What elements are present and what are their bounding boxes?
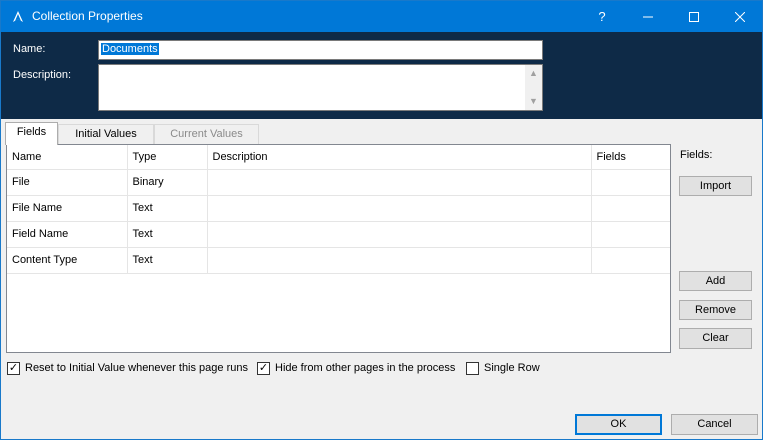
hide-checkbox-label: Hide from other pages in the process xyxy=(275,362,456,374)
checkbox-empty[interactable] xyxy=(466,362,479,375)
cell-type[interactable]: Text xyxy=(127,247,208,274)
reset-checkbox[interactable]: ✓ Reset to Initial Value whenever this p… xyxy=(7,362,248,376)
maximize-button[interactable] xyxy=(671,1,717,32)
tab-current-values[interactable]: Current Values xyxy=(154,124,259,144)
add-button[interactable]: Add xyxy=(679,271,752,291)
reset-checkbox-label: Reset to Initial Value whenever this pag… xyxy=(25,362,248,374)
ok-button[interactable]: OK xyxy=(575,414,662,435)
cell-fields[interactable] xyxy=(591,247,670,274)
cell-name[interactable]: File xyxy=(7,169,128,196)
table-row[interactable]: Field Name Text xyxy=(7,221,670,248)
cell-type[interactable]: Text xyxy=(127,195,208,222)
cell-fields[interactable] xyxy=(591,195,670,222)
checkmark-icon[interactable]: ✓ xyxy=(7,362,20,375)
name-input[interactable]: Documents xyxy=(98,40,543,60)
cell-name[interactable]: Content Type xyxy=(7,247,128,274)
cell-type[interactable]: Text xyxy=(127,221,208,248)
tab-initial-values[interactable]: Initial Values xyxy=(58,124,154,144)
fields-side-label: Fields: xyxy=(680,149,713,161)
minimize-button[interactable] xyxy=(625,1,671,32)
cell-fields[interactable] xyxy=(591,169,670,196)
cell-description[interactable] xyxy=(207,247,592,274)
checkmark-icon[interactable]: ✓ xyxy=(257,362,270,375)
close-button[interactable] xyxy=(717,1,763,32)
column-header-type[interactable]: Type xyxy=(127,145,208,170)
cancel-button[interactable]: Cancel xyxy=(671,414,758,435)
cell-name[interactable]: File Name xyxy=(7,195,128,222)
description-label: Description: xyxy=(13,69,72,81)
scroll-up-icon[interactable]: ▲ xyxy=(525,65,542,82)
import-button[interactable]: Import xyxy=(679,176,752,196)
app-icon xyxy=(13,11,23,22)
cell-fields[interactable] xyxy=(591,221,670,248)
scroll-down-icon[interactable]: ▼ xyxy=(525,93,542,110)
collection-properties-dialog: Collection Properties ? Name: Documents … xyxy=(0,0,763,440)
description-input[interactable]: ▲ ▼ xyxy=(98,64,543,111)
remove-button[interactable]: Remove xyxy=(679,300,752,320)
tab-fields[interactable]: Fields xyxy=(5,122,58,145)
hide-checkbox[interactable]: ✓ Hide from other pages in the process xyxy=(257,362,457,376)
description-scrollbar[interactable]: ▲ ▼ xyxy=(525,65,542,110)
title-bar[interactable]: Collection Properties ? xyxy=(1,1,762,32)
minimize-icon xyxy=(643,16,653,18)
window-title: Collection Properties xyxy=(32,9,143,23)
help-button[interactable]: ? xyxy=(579,1,625,32)
single-row-checkbox[interactable]: Single Row xyxy=(466,362,546,376)
cell-name[interactable]: Field Name xyxy=(7,221,128,248)
single-row-checkbox-label: Single Row xyxy=(484,362,540,374)
cell-description[interactable] xyxy=(207,221,592,248)
cell-description[interactable] xyxy=(207,195,592,222)
cell-description[interactable] xyxy=(207,169,592,196)
close-icon xyxy=(734,11,746,23)
name-value: Documents xyxy=(101,43,159,55)
column-header-fields[interactable]: Fields xyxy=(591,145,670,170)
column-header-description[interactable]: Description xyxy=(207,145,592,170)
clear-button[interactable]: Clear xyxy=(679,328,752,349)
fields-grid[interactable]: Name Type Description Fields File Binary… xyxy=(6,144,671,353)
table-row[interactable]: File Binary xyxy=(7,169,670,196)
fields-table: Name Type Description Fields File Binary… xyxy=(7,145,670,274)
column-header-name[interactable]: Name xyxy=(7,145,128,170)
header-panel: Name: Documents Description: ▲ ▼ xyxy=(1,32,762,119)
table-header-row: Name Type Description Fields xyxy=(7,145,670,170)
table-row[interactable]: Content Type Text xyxy=(7,247,670,274)
name-label: Name: xyxy=(13,43,46,55)
table-row[interactable]: File Name Text xyxy=(7,195,670,222)
cell-type[interactable]: Binary xyxy=(127,169,208,196)
maximize-icon xyxy=(689,12,699,23)
